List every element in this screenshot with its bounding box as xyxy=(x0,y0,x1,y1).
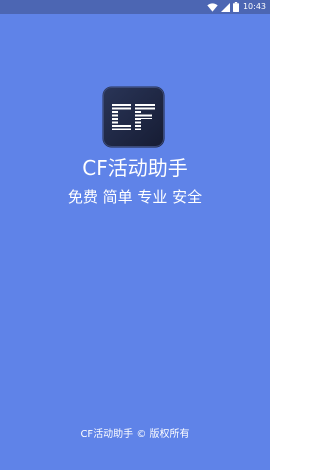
splash-screen: 10:43 CF活动助手 免费 简单 专业 安全 CF活动助手 © 版权所有 xyxy=(0,0,270,470)
signal-icon xyxy=(220,2,230,12)
app-name: CF活动助手 xyxy=(82,156,188,180)
cf-logo-icon xyxy=(102,86,165,148)
copyright-text: CF活动助手 © 版权所有 xyxy=(80,429,190,440)
wifi-icon xyxy=(207,2,218,12)
status-bar: 10:43 xyxy=(0,0,270,14)
tagline: 免费 简单 专业 安全 xyxy=(67,188,203,206)
battery-icon xyxy=(232,2,239,12)
status-icons: 10:43 xyxy=(207,1,266,13)
status-time: 10:43 xyxy=(242,2,266,11)
